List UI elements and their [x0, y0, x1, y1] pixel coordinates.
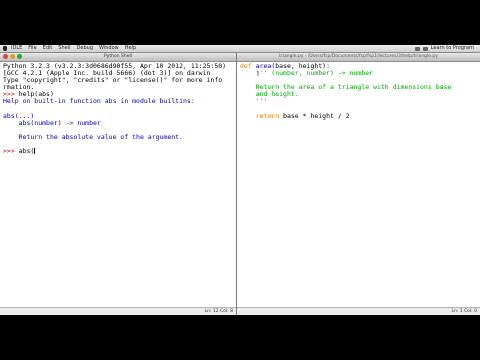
docstring-line: ''' [240, 97, 268, 106]
apple-icon[interactable] [3, 46, 7, 51]
code-line: return base * height / 2 [240, 111, 478, 120]
menu-debug[interactable]: Debug [77, 45, 93, 52]
shell-input-line[interactable]: >>> abs( [3, 148, 234, 155]
editor-status-bar: Ln: 1 Col: 0 [237, 307, 480, 315]
shell-status-bar: Ln: 12 Col: 8 [0, 307, 236, 315]
menu-shell[interactable]: Shell [58, 45, 70, 52]
shell-banner-line: Type "copyright", "credits" or "license(… [3, 76, 223, 85]
python-shell-window[interactable]: Python Shell Python 3.2.3 (v3.2.3:3d0686… [0, 53, 237, 315]
menu-bar: IDLE File Edit Shell Debug Window Help L… [0, 45, 480, 53]
help-description: Return the absolute value of the argumen… [3, 132, 184, 141]
editor-window-title: triangle.py - /Users/fsp/Documents/fsp/f… [279, 54, 438, 59]
menu-help[interactable]: Help [125, 45, 136, 52]
menu-file[interactable]: File [28, 45, 36, 52]
help-header: Help on built-in function abs in module … [3, 97, 195, 106]
menubar-right-text: Learn to Program [430, 45, 474, 51]
shell-title-bar[interactable]: Python Shell [0, 53, 236, 62]
shell-window-title: Python Shell [103, 54, 132, 59]
menu-idle[interactable]: IDLE [11, 45, 22, 52]
editor-title-bar[interactable]: triangle.py - /Users/fsp/Documents/fsp/f… [237, 53, 480, 62]
shell-current-input[interactable]: abs( [19, 147, 35, 155]
shell-prompt: >>> [3, 147, 19, 156]
docstring-line: ''' (number, number) -> number [240, 69, 374, 78]
menu-window[interactable]: Window [99, 45, 119, 52]
code-area[interactable]: def area(base, height): ''' (number, num… [240, 62, 478, 120]
mouse-pointer-icon: I [257, 70, 260, 78]
return-expression: base * height / 2 [283, 111, 350, 120]
docstring-line: and height. [240, 90, 299, 99]
menubar-status: Learn to Program [414, 45, 480, 52]
help-signature-detail: abs(number) -> number [3, 118, 101, 127]
shell-output[interactable]: Python 3.2.3 (v3.2.3:3d0686d90f55, Apr 1… [3, 62, 234, 155]
editor-window[interactable]: triangle.py - /Users/fsp/Documents/fsp/f… [237, 53, 480, 315]
text-cursor [34, 148, 36, 155]
battery-icon[interactable] [422, 46, 428, 51]
screen: IDLE File Edit Shell Debug Window Help L… [0, 0, 480, 360]
return-keyword: return [240, 111, 284, 120]
menu-edit[interactable]: Edit [43, 45, 53, 52]
volume-icon[interactable] [414, 46, 420, 51]
